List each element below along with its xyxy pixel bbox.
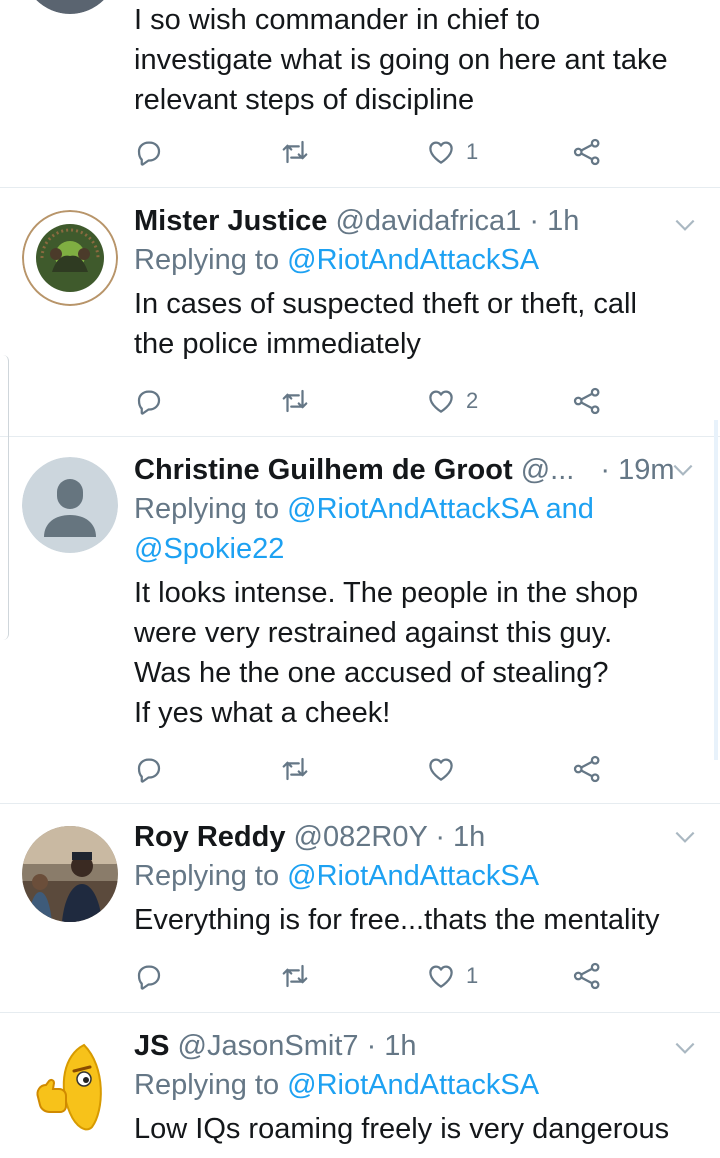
tweet-header: Mister Justice @davidafrica1 · 1h: [134, 202, 702, 240]
caret-down-icon[interactable]: [672, 824, 698, 850]
retweet-button[interactable]: [280, 749, 310, 789]
tweet-3[interactable]: Roy Reddy @082R0Y · 1h Replying to @Riot…: [0, 804, 720, 1013]
reply-button[interactable]: [134, 381, 164, 421]
like-button[interactable]: 1: [426, 132, 478, 172]
replying-to: Replying to @RiotAndAttackSA: [134, 244, 540, 276]
retweet-icon: [282, 389, 308, 413]
share-icon: [573, 138, 600, 166]
timestamp[interactable]: · 1h: [367, 1030, 417, 1062]
timestamp[interactable]: · 1h: [529, 205, 579, 237]
caret-down-icon[interactable]: [672, 1035, 698, 1061]
mention-link[interactable]: @RiotAndAttackSA: [287, 493, 537, 525]
tweet-text: I so wish commander in chief to investig…: [134, 4, 668, 116]
mention-link[interactable]: @RiotAndAttackSA: [287, 1069, 539, 1101]
like-icon: [429, 758, 453, 781]
user-handle[interactable]: @JasonSmit7: [178, 1030, 359, 1062]
like-button[interactable]: 1: [426, 956, 478, 996]
scrollbar[interactable]: [714, 420, 718, 760]
tweet-text: It looks intense. The people in the shop…: [134, 577, 639, 729]
like-count: 1: [466, 963, 479, 988]
share-button[interactable]: [572, 132, 602, 172]
display-name[interactable]: JS: [134, 1030, 169, 1062]
tweet-2[interactable]: Christine Guilhem de Groot @... · 19m Re…: [0, 437, 720, 804]
mention-link[interactable]: @Spokie22: [134, 533, 284, 565]
avatar-default[interactable]: [22, 457, 118, 553]
timestamp[interactable]: · 1h: [435, 821, 485, 853]
retweet-icon: [282, 140, 308, 164]
display-name[interactable]: Christine Guilhem de Groot: [134, 454, 513, 486]
reply-button[interactable]: [134, 956, 164, 996]
share-icon: [573, 755, 600, 783]
reply-icon: [137, 758, 161, 783]
display-name[interactable]: Mister Justice: [134, 205, 327, 237]
like-button[interactable]: 2: [426, 381, 478, 421]
share-button[interactable]: [572, 381, 602, 421]
tweet-4[interactable]: JS @JasonSmit7 · 1h Replying to @RiotAnd…: [0, 1013, 720, 1158]
display-name[interactable]: Roy Reddy: [134, 821, 285, 853]
reply-icon: [137, 965, 161, 990]
tweet-text: Low IQs roaming freely is very dangerous: [134, 1113, 670, 1145]
reply-button[interactable]: [134, 749, 164, 789]
timestamp[interactable]: · 19m: [600, 454, 674, 486]
retweet-button[interactable]: [280, 956, 310, 996]
mention-link[interactable]: @RiotAndAttackSA: [287, 244, 539, 276]
reply-icon: [137, 390, 161, 415]
like-count: 1: [466, 139, 479, 164]
reply-button[interactable]: [134, 132, 164, 172]
retweet-button[interactable]: [280, 381, 310, 421]
share-button[interactable]: [572, 956, 602, 996]
tweet-0[interactable]: I so wish commander in chief to investig…: [0, 0, 720, 188]
user-handle[interactable]: @...: [521, 454, 575, 486]
retweet-icon: [282, 964, 308, 988]
replying-to: Replying to @RiotAndAttackSA: [134, 1069, 540, 1101]
tweet-header: JS @JasonSmit7 · 1h: [134, 1027, 702, 1065]
like-icon: [429, 141, 453, 164]
user-handle[interactable]: @davidafrica1: [335, 205, 521, 237]
avatar-photo[interactable]: [22, 826, 118, 922]
tweet-text: In cases of suspected theft or theft, ca…: [134, 288, 637, 360]
retweet-button[interactable]: [280, 132, 310, 172]
avatar-partial[interactable]: [22, 0, 118, 14]
caret-down-icon[interactable]: [672, 212, 698, 238]
caret-down-icon[interactable]: [670, 457, 696, 483]
share-button[interactable]: [572, 749, 602, 789]
user-handle[interactable]: @082R0Y: [294, 821, 428, 853]
like-button[interactable]: [426, 749, 466, 789]
tweet-1[interactable]: Mister Justice @davidafrica1 · 1h Replyi…: [0, 188, 720, 437]
tweet-text: Everything is for free...thats the menta…: [134, 904, 660, 936]
share-icon: [573, 962, 600, 990]
reply-icon: [137, 141, 161, 166]
like-icon: [429, 390, 453, 413]
like-count: 2: [466, 388, 479, 413]
mention-link[interactable]: @RiotAndAttackSA: [287, 860, 539, 892]
retweet-icon: [282, 757, 308, 781]
avatar[interactable]: [22, 210, 118, 306]
replying-to: Replying to @RiotAndAttackSA and @Spokie…: [134, 493, 594, 565]
replying-to: Replying to @RiotAndAttackSA: [134, 860, 540, 892]
tweet-header: Roy Reddy @082R0Y · 1h: [134, 818, 702, 856]
tweet-header: Christine Guilhem de Groot @... · 19m: [134, 451, 702, 489]
like-icon: [429, 965, 453, 988]
side-panel-edge: [0, 355, 9, 640]
avatar-emoji[interactable]: [22, 1041, 118, 1137]
share-icon: [573, 387, 600, 415]
